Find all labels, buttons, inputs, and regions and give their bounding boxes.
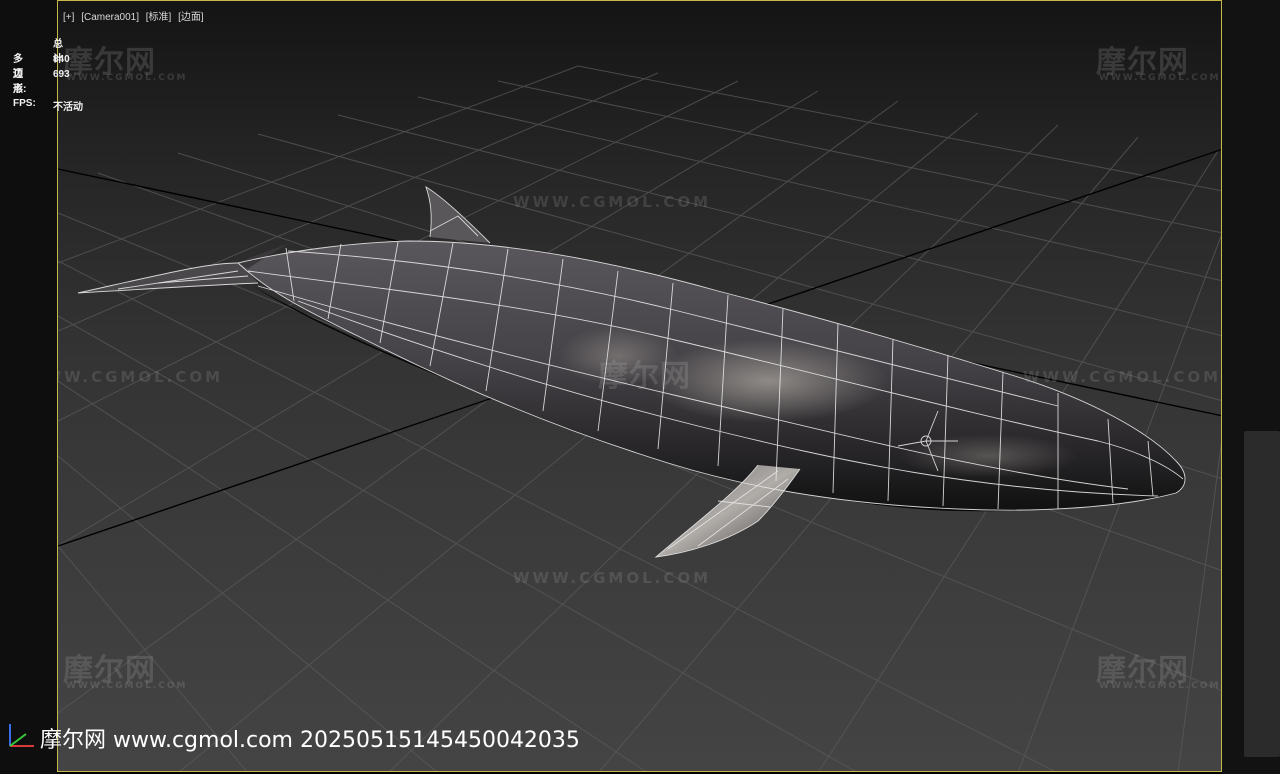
stats-fps-value: 不活动 — [53, 102, 83, 113]
watermark-sub-tr: WWW.CGMOL.COM — [1099, 73, 1221, 83]
stats-fps: FPS: 不活动 — [13, 98, 83, 113]
viewport-label-menu: [+] [Camera001] [标准] [边面] — [63, 8, 208, 23]
axis-tripod-icon — [9, 724, 34, 747]
left-toolbar-strip — [0, 0, 57, 774]
watermark-url-top: WWW.CGMOL.COM — [513, 193, 712, 211]
watermark-url-left: WWW.CGMOL.COM — [58, 368, 224, 386]
camera-viewport[interactable]: [+] [Camera001] [标准] [边面] 摩尔网 WWW.CGMOL.… — [57, 0, 1222, 772]
watermark-sub-tl: WWW.CGMOL.COM — [66, 73, 188, 83]
stats-vertices-value: 693 — [53, 69, 70, 80]
stats-polygons-value: 840 — [53, 54, 70, 65]
stats-fps-label: FPS: — [13, 98, 36, 109]
watermark-url-right: WWW.CGMOL.COM — [1023, 368, 1222, 386]
viewport-camera-menu[interactable]: [Camera001] — [81, 12, 139, 23]
watermark-caption: 摩尔网 www.cgmol.com 20250515145450042035 — [40, 728, 580, 753]
viewport-shading-menu[interactable]: [标准] — [146, 12, 172, 23]
viewport-display-menu[interactable]: [边面] — [178, 12, 204, 23]
max-app: [+] [Camera001] [标准] [边面] 摩尔网 WWW.CGMOL.… — [0, 0, 1280, 774]
stats-vertices-label: 顶点: — [13, 69, 27, 95]
watermark-sub-bl: WWW.CGMOL.COM — [66, 681, 188, 691]
watermark-logo-center: 摩尔网 — [598, 359, 691, 394]
viewport-plus-menu[interactable]: [+] — [63, 12, 74, 23]
command-panel-scrollbar[interactable] — [1244, 431, 1280, 757]
watermark-url-bottom: WWW.CGMOL.COM — [513, 569, 712, 587]
watermark-sub-br: WWW.CGMOL.COM — [1099, 681, 1221, 691]
